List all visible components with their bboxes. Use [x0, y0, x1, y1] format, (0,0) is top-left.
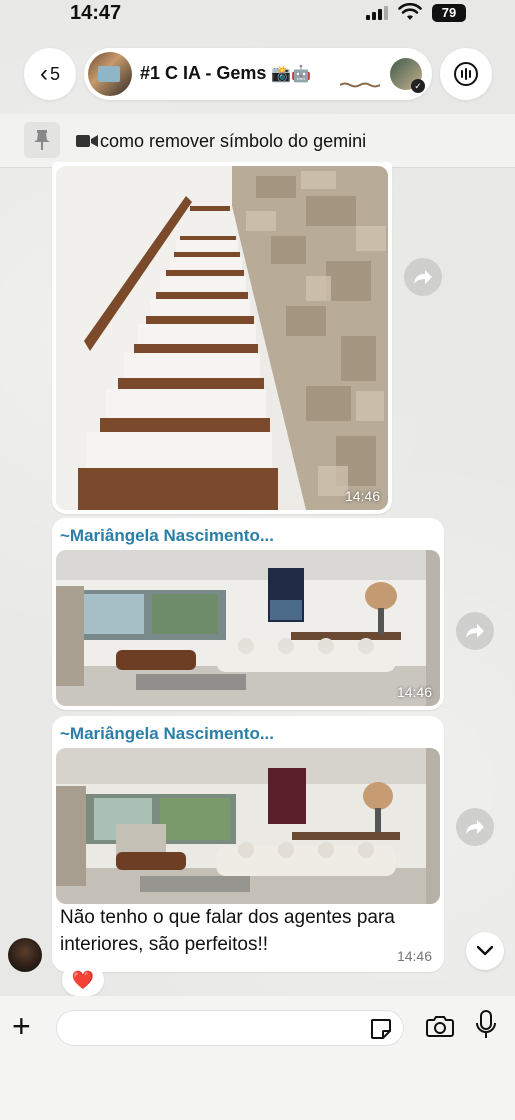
staircase-image[interactable]: 14:46	[56, 166, 388, 510]
message-time: 14:46	[396, 684, 432, 700]
unread-count: 5	[49, 63, 60, 84]
message-bubble-image[interactable]: ~Mariângela Nascimento... 14:46	[52, 518, 444, 710]
group-avatar	[88, 52, 132, 96]
living-room-image[interactable]: 14:46	[56, 550, 440, 706]
cellular-signal-icon	[366, 6, 388, 20]
forward-icon	[414, 270, 432, 284]
battery-indicator: 79	[432, 4, 466, 22]
voice-chat-icon	[454, 62, 478, 86]
chevron-left-icon: ‹	[39, 60, 48, 87]
forward-button[interactable]	[456, 612, 494, 650]
typing-indicator-icon	[340, 82, 380, 88]
message-time: 14:46	[396, 948, 432, 964]
forward-icon	[466, 624, 484, 638]
member-avatar-small	[390, 58, 425, 93]
voice-chat-button[interactable]	[440, 48, 492, 100]
message-composer: +	[0, 996, 515, 1120]
pinned-message-bar[interactable]: como remover símbolo do gemini	[0, 114, 515, 168]
back-button[interactable]: ‹ 5	[24, 48, 76, 100]
reaction-badge[interactable]: ❤️	[62, 964, 104, 996]
living-room-image-2[interactable]	[56, 748, 440, 904]
group-title-emojis: 📸🤖	[271, 66, 312, 83]
video-icon	[76, 135, 98, 147]
message-input-wrapper[interactable]	[56, 1010, 404, 1046]
camera-icon[interactable]	[426, 1014, 454, 1038]
message-bubble-image-text[interactable]: ~Mariângela Nascimento... Não tenho o qu…	[52, 716, 444, 972]
chat-header: ‹ 5 #1 C IA - Gems 📸🤖	[0, 38, 515, 112]
sticker-icon[interactable]	[369, 1017, 393, 1041]
status-bar: 14:47 79	[0, 0, 515, 30]
group-info-button[interactable]: #1 C IA - Gems 📸🤖	[84, 48, 432, 100]
forward-button[interactable]	[404, 258, 442, 296]
wifi-icon	[398, 3, 422, 20]
pinned-message-text: como remover símbolo do gemini	[100, 131, 367, 151]
forward-button[interactable]	[456, 808, 494, 846]
attach-button[interactable]: +	[12, 1010, 31, 1042]
status-time: 14:47	[70, 2, 122, 24]
microphone-icon[interactable]	[476, 1010, 496, 1040]
sender-name[interactable]: ~Mariângela Nascimento...	[60, 526, 274, 546]
pin-icon	[24, 122, 60, 158]
message-bubble-image[interactable]: 14:46	[52, 162, 392, 514]
forward-icon	[466, 820, 484, 834]
sender-avatar[interactable]	[8, 938, 42, 972]
message-input[interactable]	[69, 1017, 359, 1041]
group-title: #1 C IA - Gems 📸🤖	[140, 63, 311, 84]
group-title-text: #1 C IA - Gems	[140, 63, 267, 83]
message-text: Não tenho o que falar dos agentes para i…	[60, 907, 395, 955]
message-time: 14:46	[344, 488, 380, 504]
scroll-to-bottom-button[interactable]	[466, 932, 504, 970]
chevron-down-icon	[477, 946, 493, 956]
sender-name[interactable]: ~Mariângela Nascimento...	[60, 724, 274, 744]
